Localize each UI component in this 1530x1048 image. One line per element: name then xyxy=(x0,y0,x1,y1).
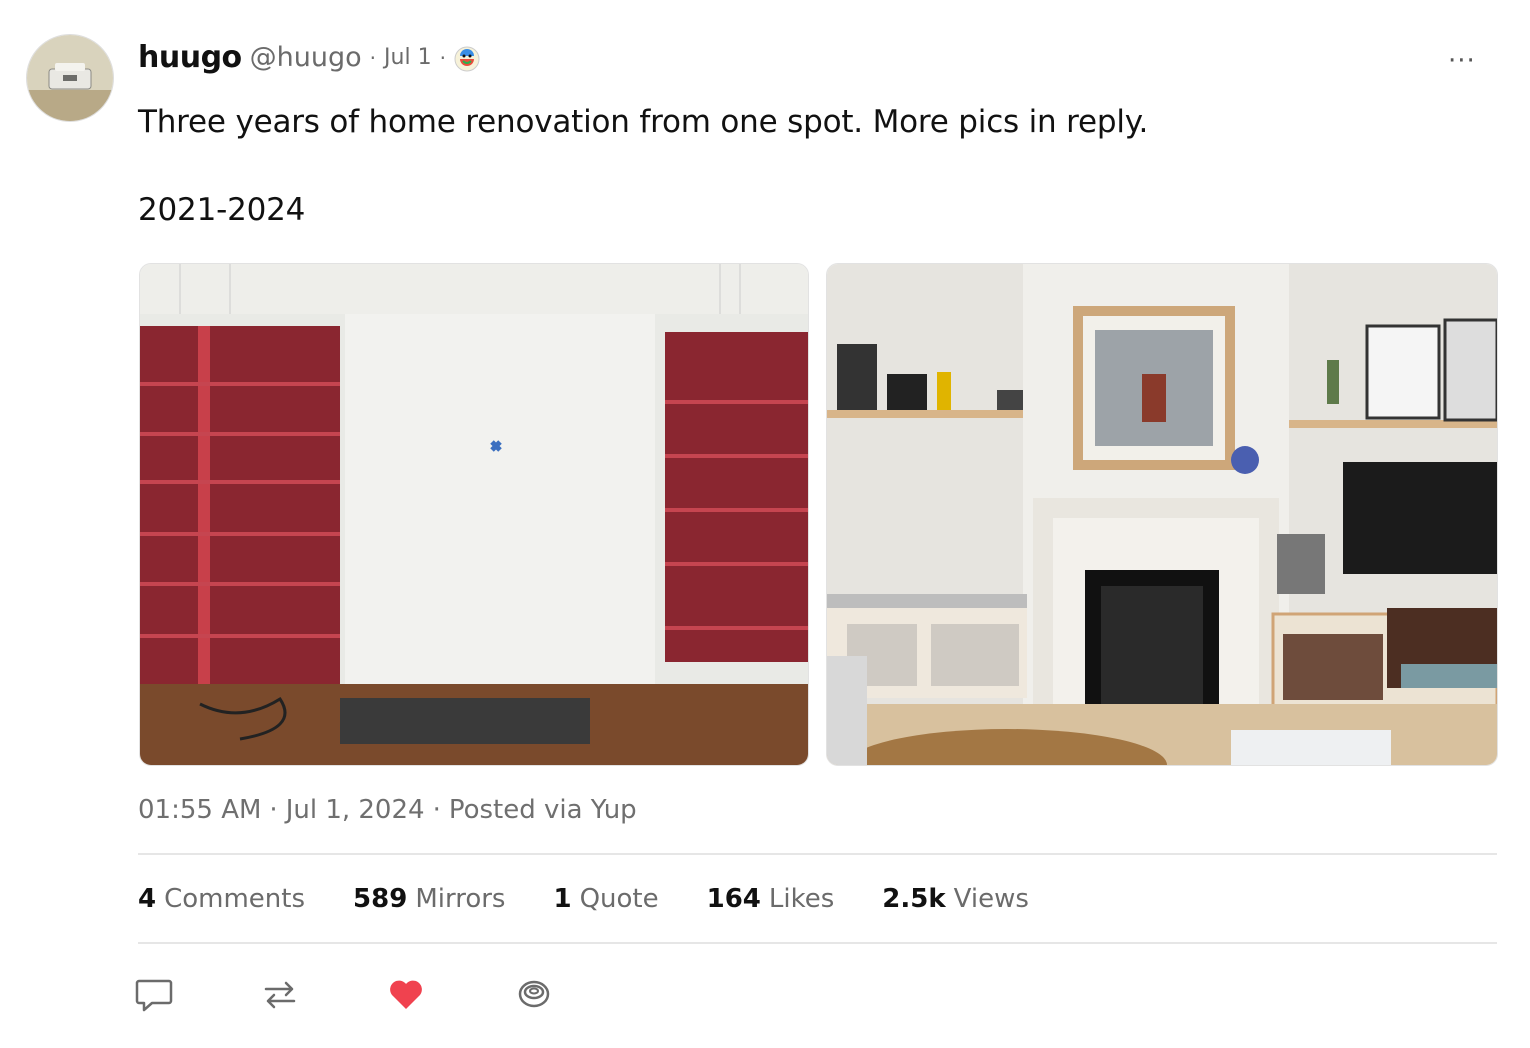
post-text: Three years of home renovation from one … xyxy=(138,104,1149,140)
comment-icon[interactable] xyxy=(134,974,174,1014)
likes-count: 164 xyxy=(706,884,761,914)
repost-icon[interactable] xyxy=(260,974,300,1014)
views-count: 2.5k xyxy=(882,884,946,914)
before-photo[interactable] xyxy=(139,263,809,766)
quotes-label: Quote xyxy=(579,884,659,914)
separator-dot: · xyxy=(369,45,377,70)
author-handle[interactable]: @huugo xyxy=(250,42,362,73)
post-full-date: Jul 1, 2024 xyxy=(285,795,425,825)
avatar-image xyxy=(27,35,113,121)
likes-label: Likes xyxy=(768,884,835,914)
likes-stat[interactable]: 164 Likes xyxy=(707,884,835,914)
quotes-count: 1 xyxy=(553,884,572,914)
separator-dot: · xyxy=(269,795,278,825)
post-stats: 4 Comments 589 Mirrors 1 Quote 164 Likes 2.5… xyxy=(138,884,1077,914)
comments-count: 4 xyxy=(138,884,157,914)
photo-icon xyxy=(827,264,1497,765)
avatar[interactable] xyxy=(26,34,114,122)
relative-date[interactable]: Jul 1 xyxy=(384,45,432,70)
divider xyxy=(138,942,1497,944)
more-options-icon[interactable]: ··· xyxy=(1448,46,1476,76)
separator-dot: · xyxy=(439,45,446,70)
yup-app-icon[interactable] xyxy=(454,45,480,71)
collect-icon[interactable] xyxy=(514,974,554,1014)
mirrors-count: 589 xyxy=(353,884,408,914)
comments-stat[interactable]: 4 Comments xyxy=(138,884,305,914)
mirrors-stat[interactable]: 589 Mirrors xyxy=(353,884,505,914)
post-meta: 01:55 AM · Jul 1, 2024 · Posted via Yup xyxy=(138,795,637,825)
views-label: Views xyxy=(953,884,1029,914)
post-time: 01:55 AM xyxy=(138,795,262,825)
mirrors-label: Mirrors xyxy=(415,884,506,914)
post-text-years: 2021-2024 xyxy=(138,192,306,228)
heart-icon[interactable] xyxy=(386,974,426,1014)
quotes-stat[interactable]: 1 Quote xyxy=(553,884,658,914)
photo-icon xyxy=(140,264,808,765)
comments-label: Comments xyxy=(164,884,306,914)
author-name[interactable]: huugo xyxy=(138,40,242,75)
after-photo[interactable] xyxy=(826,263,1498,766)
posted-via: Posted via Yup xyxy=(448,795,637,825)
separator-dot: · xyxy=(432,795,441,825)
post-header: huugo @huugo · Jul 1 · xyxy=(138,40,480,75)
views-stat[interactable]: 2.5k Views xyxy=(882,884,1029,914)
divider xyxy=(138,853,1497,855)
